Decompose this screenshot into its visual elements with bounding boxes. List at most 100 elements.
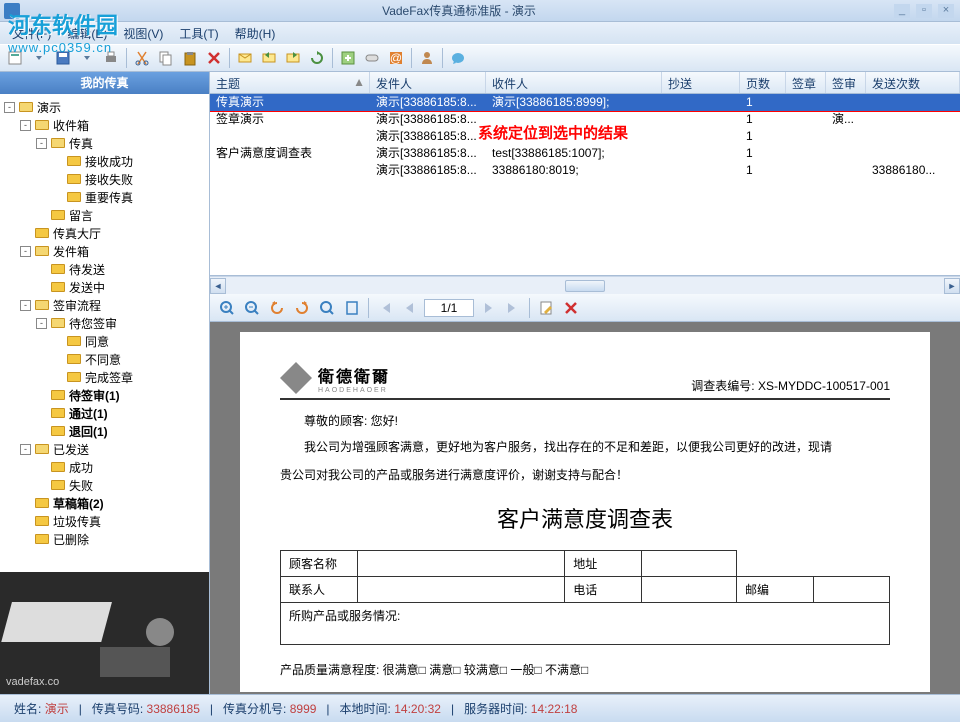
minimize-button[interactable]: _ [894,4,910,18]
delete-button[interactable] [203,47,225,69]
tree-node[interactable]: 垃圾传真 [0,512,209,530]
at-button[interactable]: @ [385,47,407,69]
tree-node[interactable]: 完成签章 [0,368,209,386]
preview-area[interactable]: 衛德衛爾 HAODEHAOER 调查表编号: XS-MYDDC-100517-0… [210,322,960,694]
col-cc[interactable]: 抄送 [662,72,740,93]
page-indicator-input[interactable] [424,299,474,317]
zoom-out-button[interactable] [241,297,263,319]
next-page-button[interactable] [477,297,499,319]
list-body[interactable]: 系统定位到选中的结果 传真演示演示[33886185:8...演示[338861… [210,94,960,276]
scroll-thumb[interactable] [565,280,605,292]
scroll-left-icon[interactable]: ◄ [210,278,226,294]
tree-toggle-icon[interactable]: - [20,246,31,257]
tree-node[interactable]: -签审流程 [0,296,209,314]
rotate-left-button[interactable] [266,297,288,319]
status-server-time: 服务器时间: 14:22:18 [458,700,583,717]
tree-node[interactable]: -待您签审 [0,314,209,332]
col-send-count[interactable]: 发送次数 [866,72,960,93]
col-pages[interactable]: 页数 [740,72,786,93]
list-row[interactable]: 演示[33886185:8...33886180:8019;133886180.… [210,162,960,179]
fit-width-button[interactable] [316,297,338,319]
zoom-in-button[interactable] [216,297,238,319]
scroll-right-icon[interactable]: ► [944,278,960,294]
tree-node[interactable]: 退回(1) [0,422,209,440]
tree-toggle-icon[interactable]: - [20,300,31,311]
tree-node[interactable]: 成功 [0,458,209,476]
copy-button[interactable] [155,47,177,69]
tree-toggle-icon[interactable]: - [4,102,15,113]
list-row[interactable]: 客户满意度调查表演示[33886185:8...test[33886185:10… [210,145,960,162]
tree-node[interactable]: 通过(1) [0,404,209,422]
save-button[interactable] [52,47,74,69]
menu-view[interactable]: 视图(V) [115,23,171,44]
edit-page-button[interactable] [535,297,557,319]
col-subject[interactable]: 主题 ▲ [210,72,370,93]
tree-label: 同意 [85,333,109,350]
last-page-button[interactable] [502,297,524,319]
forward-button[interactable] [282,47,304,69]
reply-button[interactable] [258,47,280,69]
paste-button[interactable] [179,47,201,69]
tree-node[interactable]: -已发送 [0,440,209,458]
first-page-button[interactable] [374,297,396,319]
col-sender[interactable]: 发件人 [370,72,486,93]
fit-page-button[interactable] [341,297,363,319]
tree-label: 草稿箱(2) [53,495,104,512]
tree-node[interactable]: 已删除 [0,530,209,548]
col-stamp[interactable]: 签章 [786,72,826,93]
tree-node[interactable]: 接收失败 [0,170,209,188]
tree-label: 完成签章 [85,369,133,386]
folder-icon [50,262,66,276]
tree-node[interactable]: 传真大厅 [0,224,209,242]
tree-node[interactable]: 留言 [0,206,209,224]
contacts-button[interactable] [416,47,438,69]
list-row[interactable]: 传真演示演示[33886185:8...演示[33886185:8999];1 [210,94,960,111]
print-button[interactable] [100,47,122,69]
close-button[interactable]: × [938,4,954,18]
tree-node[interactable]: 接收成功 [0,152,209,170]
mail-send-button[interactable] [234,47,256,69]
tree-node[interactable]: 失败 [0,476,209,494]
tree-node[interactable]: 待签审(1) [0,386,209,404]
tree-node[interactable]: 发送中 [0,278,209,296]
tree-toggle-icon[interactable]: - [36,138,47,149]
col-review[interactable]: 签审 [826,72,866,93]
tree-node[interactable]: 待发送 [0,260,209,278]
refresh-button[interactable] [306,47,328,69]
prev-page-button[interactable] [399,297,421,319]
dropdown-icon[interactable] [76,47,98,69]
tree-node[interactable]: 草稿箱(2) [0,494,209,512]
tree-node[interactable]: -传真 [0,134,209,152]
menu-tools[interactable]: 工具(T) [171,23,226,44]
tree-node[interactable]: -发件箱 [0,242,209,260]
list-hscroll[interactable]: ◄ ► [210,276,960,294]
doc-logo: 衛德衛爾 HAODEHAOER [280,362,390,394]
tree-node[interactable]: 不同意 [0,350,209,368]
delete-page-button[interactable] [560,297,582,319]
list-row[interactable]: 演示[33886185:8...1 [210,128,960,145]
folder-icon [50,388,66,402]
maximize-button[interactable]: ▫ [916,4,932,18]
folder-icon [66,334,82,348]
folder-tree[interactable]: -演示-收件箱-传真接收成功接收失败重要传真留言传真大厅-发件箱待发送发送中-签… [0,94,209,572]
menu-file[interactable]: 文件(F) [4,23,59,44]
attach-button[interactable] [337,47,359,69]
menu-help[interactable]: 帮助(H) [227,23,284,44]
device-button[interactable] [361,47,383,69]
preview-toolbar [210,294,960,322]
menu-edit[interactable]: 编辑(E) [59,23,115,44]
tree-node[interactable]: 重要传真 [0,188,209,206]
new-fax-button[interactable] [4,47,26,69]
help-button[interactable] [447,47,469,69]
tree-node[interactable]: -收件箱 [0,116,209,134]
tree-node[interactable]: 同意 [0,332,209,350]
tree-toggle-icon[interactable]: - [20,120,31,131]
list-row[interactable]: 签章演示演示[33886185:8...1演... [210,111,960,128]
cut-button[interactable] [131,47,153,69]
dropdown-icon[interactable] [28,47,50,69]
col-recipient[interactable]: 收件人 [486,72,662,93]
tree-node[interactable]: -演示 [0,98,209,116]
rotate-right-button[interactable] [291,297,313,319]
tree-toggle-icon[interactable]: - [36,318,47,329]
tree-toggle-icon[interactable]: - [20,444,31,455]
